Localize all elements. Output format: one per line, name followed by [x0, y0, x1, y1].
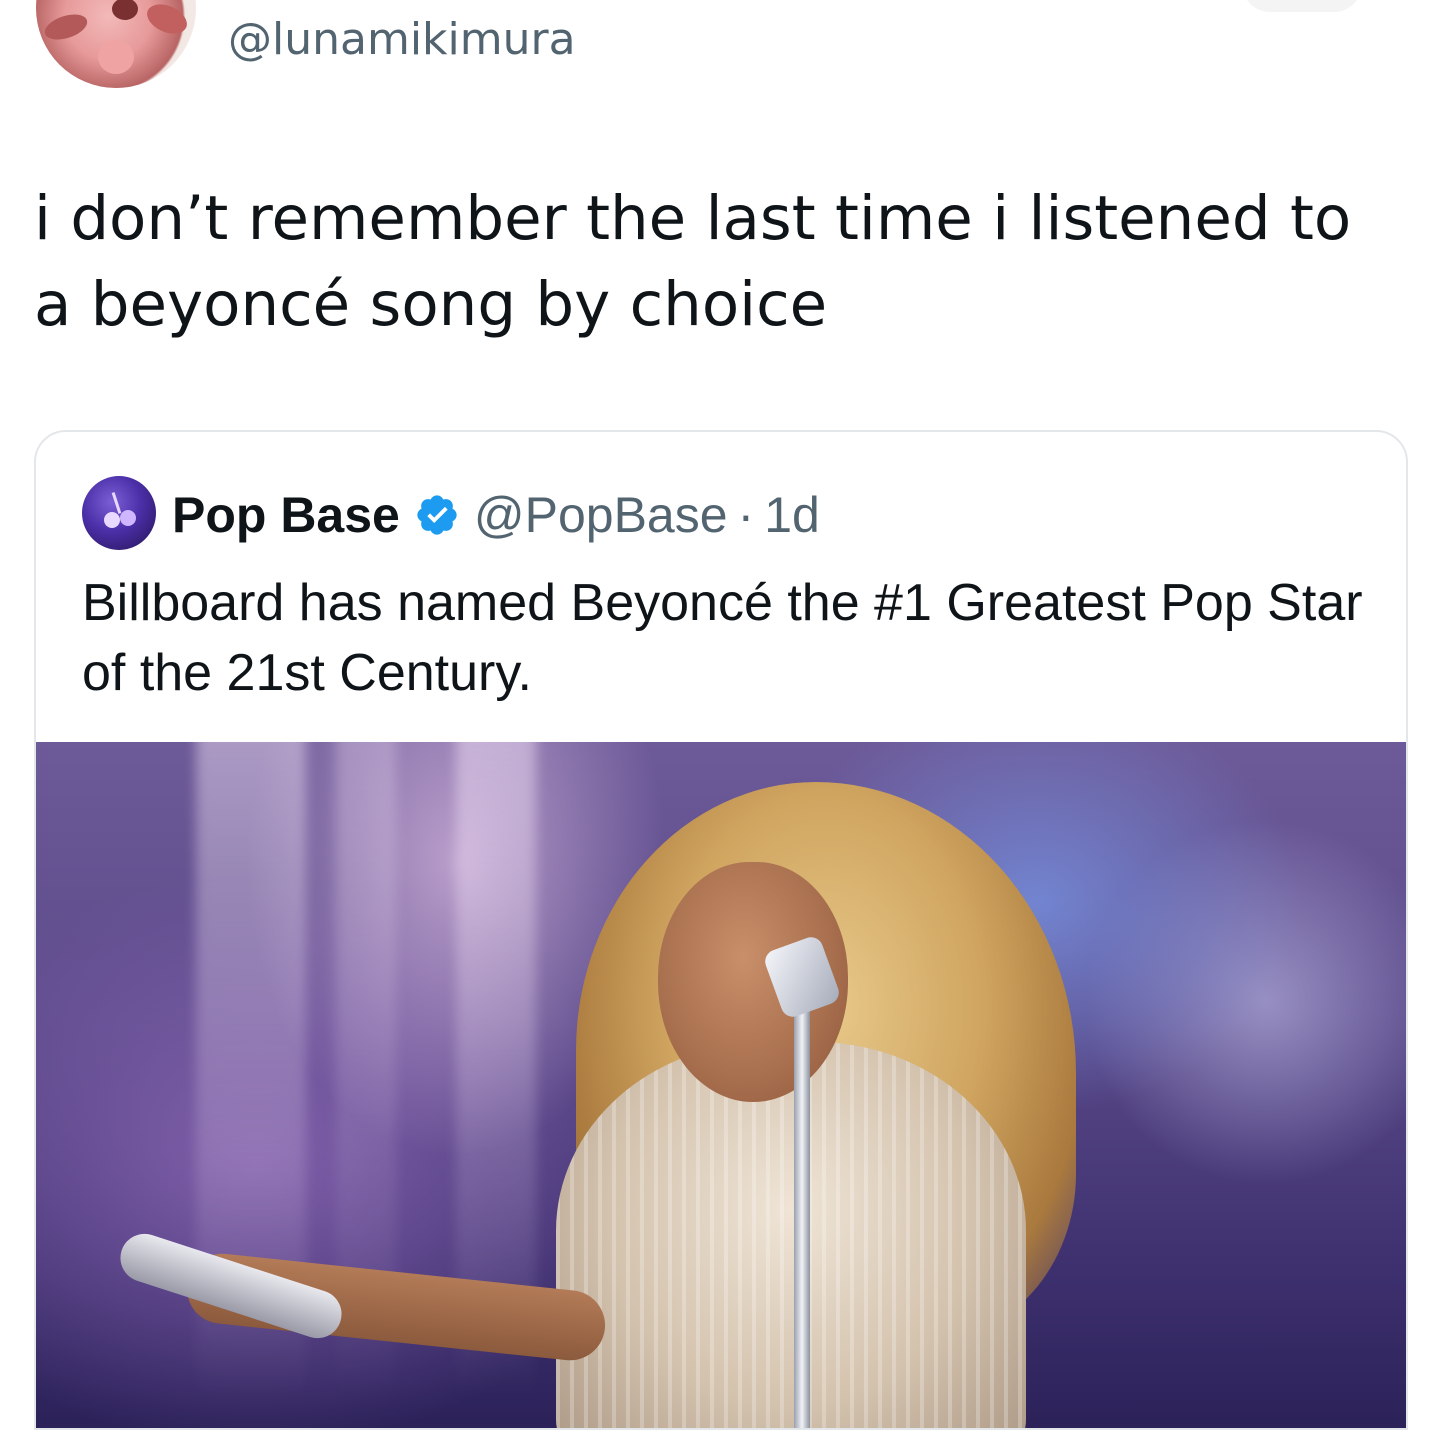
tweet-text: i don’t remember the last time i listene…	[34, 183, 1352, 340]
microphone-stand	[794, 962, 810, 1428]
performer-dress	[556, 1042, 1026, 1428]
separator-dot: ·	[737, 487, 755, 543]
author-handle[interactable]: @lunamikimura	[228, 10, 576, 70]
cherry-stem-icon	[111, 492, 122, 514]
quoted-tweet-photo[interactable]	[36, 742, 1406, 1428]
cherry-icon	[104, 512, 120, 528]
quoted-author-handle[interactable]: @PopBase	[474, 486, 728, 544]
cherry-icon	[120, 510, 136, 526]
quoted-author-avatar[interactable]	[82, 476, 156, 550]
quoted-tweet-card[interactable]: Pop Base @PopBase · 1d Billboard has nam…	[34, 430, 1408, 1430]
quoted-tweet-header: Pop Base @PopBase · 1d	[172, 480, 820, 550]
avatar-detail	[142, 0, 192, 40]
author-avatar[interactable]	[36, 0, 196, 88]
follow-button[interactable]	[1242, 0, 1362, 12]
avatar-detail	[41, 9, 91, 45]
verified-badge-icon	[417, 495, 457, 535]
quoted-tweet-time[interactable]: 1d	[764, 486, 820, 544]
quoted-author-name[interactable]: Pop Base	[172, 486, 400, 544]
avatar-detail	[98, 40, 134, 74]
quoted-tweet-text: Billboard has named Beyoncé the #1 Great…	[82, 574, 1363, 702]
avatar-detail	[112, 0, 138, 20]
